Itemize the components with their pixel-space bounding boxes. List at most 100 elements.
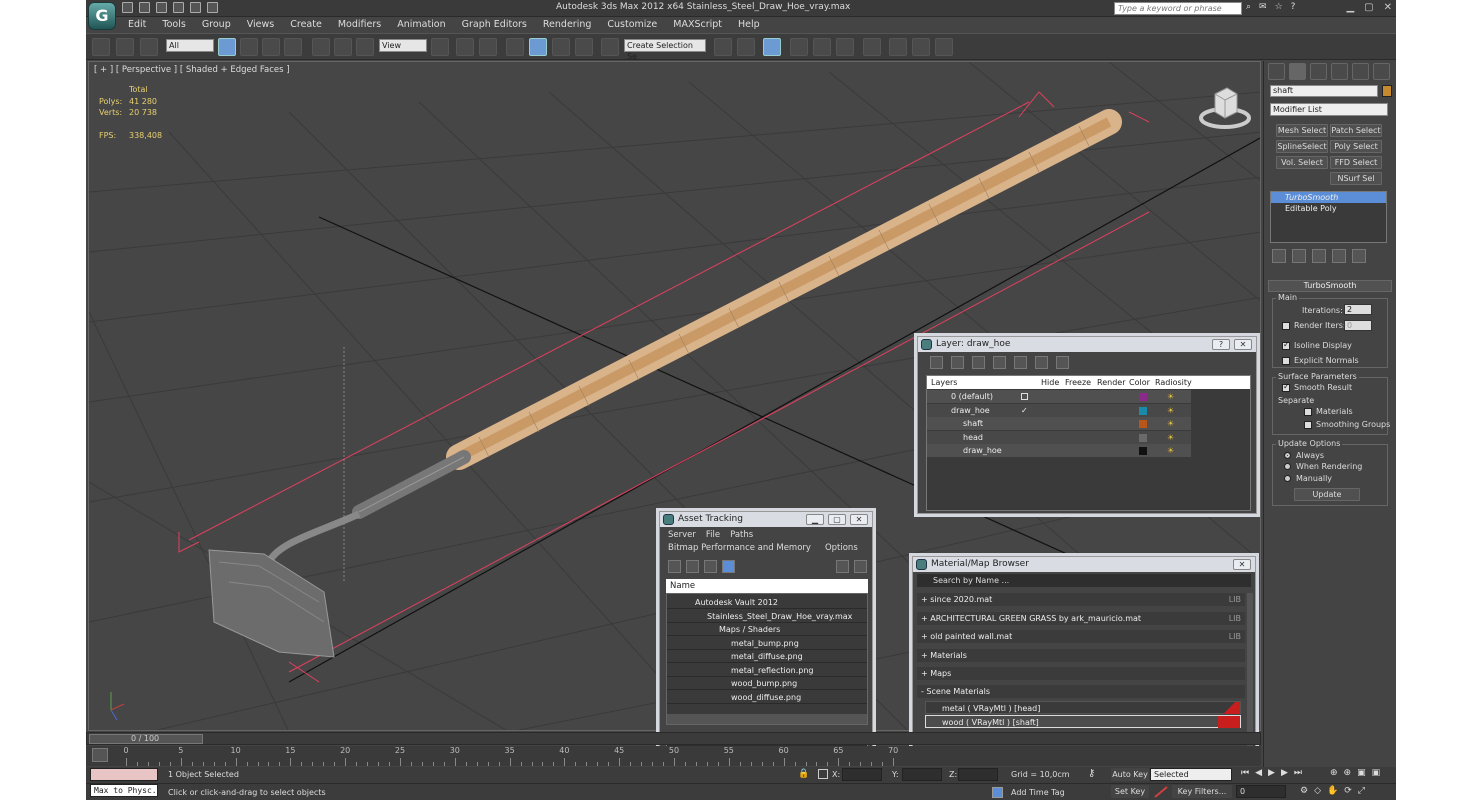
- layer-color-swatch[interactable]: [1139, 434, 1147, 442]
- menu-server[interactable]: Server: [668, 530, 696, 540]
- render-setup-icon[interactable]: [889, 38, 907, 56]
- layer-color-swatch[interactable]: [1139, 407, 1147, 415]
- material-search-input[interactable]: Search by Name ...: [917, 574, 1251, 587]
- current-layer-icon[interactable]: [1021, 393, 1028, 400]
- stack-item-turbosmooth[interactable]: TurboSmooth: [1271, 192, 1386, 203]
- col-hide[interactable]: Hide: [1041, 376, 1059, 389]
- menu-tools[interactable]: Tools: [154, 17, 193, 32]
- rotate-icon[interactable]: [334, 38, 352, 56]
- scene-material-row[interactable]: wood ( VRayMtl ) [shaft]: [925, 715, 1241, 728]
- ffd-select-button[interactable]: FFD Select: [1330, 156, 1382, 169]
- patch-select-button[interactable]: Patch Select: [1330, 124, 1382, 137]
- menu-edit[interactable]: Edit: [120, 17, 154, 32]
- pan-icon[interactable]: ✋: [1327, 786, 1338, 796]
- explicit-normals-checkbox[interactable]: [1282, 357, 1290, 365]
- motion-tab-icon[interactable]: [1331, 63, 1348, 80]
- zoom-extents-all-icon[interactable]: ▣: [1372, 768, 1381, 778]
- object-name-field[interactable]: shaft: [1270, 85, 1378, 97]
- rendered-frame-icon[interactable]: [912, 38, 930, 56]
- close-button[interactable]: ✕: [1384, 2, 1392, 13]
- menu-rendering[interactable]: Rendering: [535, 17, 600, 32]
- open-icon[interactable]: [139, 2, 150, 13]
- set-keys-icon[interactable]: [1154, 786, 1168, 798]
- help-icon[interactable]: [836, 560, 849, 573]
- modifier-list-select[interactable]: Modifier List: [1270, 103, 1388, 116]
- horizontal-scrollbar[interactable]: [667, 714, 867, 724]
- add-time-tag-label[interactable]: Add Time Tag: [1011, 788, 1065, 797]
- update-button[interactable]: Update: [1294, 488, 1360, 501]
- freeze-all-layers-icon[interactable]: [1056, 356, 1069, 369]
- hierarchy-tab-icon[interactable]: [1310, 63, 1327, 80]
- angle-snap-icon[interactable]: [529, 38, 547, 56]
- modify-tab-icon[interactable]: [1289, 63, 1306, 80]
- edit-named-selection-icon[interactable]: [601, 38, 619, 56]
- layer-manager-icon[interactable]: [763, 38, 781, 56]
- maximize-button[interactable]: ▢: [1364, 2, 1373, 13]
- minimize-button[interactable]: ▁: [1346, 2, 1354, 13]
- communication-icon[interactable]: ✉: [1259, 2, 1267, 12]
- list-view-icon[interactable]: [686, 560, 699, 573]
- keyboard-shortcut-icon[interactable]: [479, 38, 497, 56]
- field-of-view-icon[interactable]: ◇: [1314, 786, 1321, 796]
- asset-row-maps[interactable]: Maps / Shaders: [667, 623, 867, 636]
- layer-row[interactable]: head ☀: [927, 431, 1191, 444]
- align-icon[interactable]: [737, 38, 755, 56]
- maxscript-listener-field[interactable]: [90, 768, 158, 781]
- layer-color-swatch[interactable]: [1139, 393, 1147, 401]
- object-color-swatch[interactable]: [1382, 85, 1392, 97]
- menu-file[interactable]: File: [706, 530, 720, 540]
- new-icon[interactable]: [122, 2, 133, 13]
- redo-icon[interactable]: [190, 2, 201, 13]
- add-to-layer-icon[interactable]: [972, 356, 985, 369]
- menu-views[interactable]: Views: [239, 17, 283, 32]
- layer-titlebar[interactable]: Layer: draw_hoe: [918, 337, 1256, 352]
- scale-icon[interactable]: [356, 38, 374, 56]
- key-mode-select[interactable]: Selected: [1150, 768, 1232, 781]
- lock-selection-icon[interactable]: 🔒: [798, 769, 809, 779]
- named-selection-set-select[interactable]: Create Selection Se: [624, 39, 706, 61]
- layer-row[interactable]: shaft ☀: [927, 417, 1191, 430]
- layer-row[interactable]: draw_hoe ✓ ☀: [927, 404, 1191, 417]
- col-render[interactable]: Render: [1097, 376, 1125, 389]
- close-button[interactable]: ✕: [1233, 559, 1251, 570]
- asset-row-bitmap[interactable]: metal_diffuse.png: [667, 650, 867, 663]
- materials-checkbox[interactable]: [1304, 408, 1312, 416]
- smooth-result-checkbox[interactable]: [1282, 382, 1290, 392]
- time-config-icon[interactable]: ⚙: [1300, 786, 1308, 796]
- time-tag-icon[interactable]: [992, 787, 1003, 798]
- radiosity-icon[interactable]: ☀: [1167, 404, 1174, 417]
- absolute-mode-icon[interactable]: [818, 769, 828, 779]
- viewport-label[interactable]: [ + ] [ Perspective ] [ Shaded + Edged F…: [94, 65, 290, 75]
- pivot-center-icon[interactable]: [431, 38, 449, 56]
- menu-create[interactable]: Create: [282, 17, 330, 32]
- schematic-view-icon[interactable]: [836, 38, 854, 56]
- menu-graph-editors[interactable]: Graph Editors: [454, 17, 535, 32]
- asset-row-vault[interactable]: Autodesk Vault 2012: [667, 596, 867, 609]
- help-icon[interactable]: ?: [1291, 2, 1296, 12]
- z-coordinate-field[interactable]: [958, 768, 998, 781]
- key-filters-button[interactable]: Key Filters...: [1172, 785, 1232, 798]
- remove-modifier-icon[interactable]: [1332, 249, 1346, 263]
- next-frame-icon[interactable]: ▶: [1281, 768, 1288, 778]
- maxscript-mini-listener[interactable]: Max to Physc.: [90, 784, 158, 797]
- menu-customize[interactable]: Customize: [599, 17, 665, 32]
- create-tab-icon[interactable]: [1268, 63, 1285, 80]
- mirror-icon[interactable]: [714, 38, 732, 56]
- vertical-scrollbar[interactable]: [1247, 593, 1253, 753]
- layer-row[interactable]: draw_hoe ☀: [927, 444, 1191, 457]
- refresh-icon[interactable]: [668, 560, 681, 573]
- close-button[interactable]: ✕: [1234, 339, 1252, 350]
- hide-all-layers-icon[interactable]: [1035, 356, 1048, 369]
- track-bar[interactable]: 0 5 10 15 20 25 30 35 40 45 50 55 60 65 70: [86, 746, 1261, 766]
- col-freeze[interactable]: Freeze: [1065, 376, 1091, 389]
- layer-color-swatch[interactable]: [1139, 420, 1147, 428]
- settings-icon[interactable]: [854, 560, 867, 573]
- zoom-icon[interactable]: ⊕: [1330, 768, 1338, 778]
- col-color[interactable]: Color: [1129, 376, 1150, 389]
- save-icon[interactable]: [156, 2, 167, 13]
- render-production-icon[interactable]: [935, 38, 953, 56]
- viewcube-icon[interactable]: [1197, 82, 1253, 130]
- auto-key-button[interactable]: Auto Key: [1111, 768, 1149, 781]
- asset-row-bitmap[interactable]: wood_bump.png: [667, 677, 867, 690]
- pin-stack-icon[interactable]: [1272, 249, 1286, 263]
